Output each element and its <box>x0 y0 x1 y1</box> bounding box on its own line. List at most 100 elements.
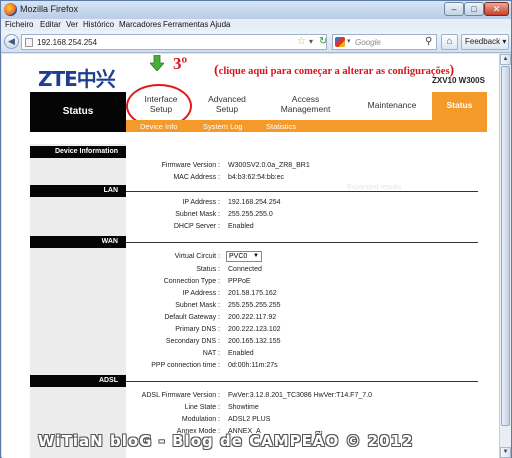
wan-mask-label: Subnet Mask : <box>175 302 220 309</box>
tab-advanced-line1[interactable]: Advanced <box>202 94 252 104</box>
row-firmware: Firmware Version : W300SV2.0.0a_ZR8_BR1 <box>126 162 496 172</box>
lan-mask-label: Subnet Mask : <box>175 211 220 218</box>
line-state-value: Showtime <box>228 404 259 411</box>
search-engine-dropdown-icon[interactable]: ▾ <box>347 37 351 45</box>
magnifier-icon[interactable]: ⚲ <box>425 36 432 47</box>
row-nat: NAT : Enabled <box>126 350 496 360</box>
tab-advanced-setup[interactable]: Advanced Setup <box>202 94 252 120</box>
menu-marcadores[interactable]: Marcadores <box>119 20 161 29</box>
lan-ip-value: 192.168.254.254 <box>228 199 281 206</box>
subnav-system-log[interactable]: System Log <box>203 122 243 131</box>
menu-editar[interactable]: Editar <box>40 20 61 29</box>
scroll-down-icon[interactable]: ▼ <box>500 447 511 458</box>
back-icon[interactable]: ◀ <box>4 34 19 49</box>
menu-ferramentas[interactable]: Ferramentas <box>163 20 208 29</box>
vc-label: Virtual Circuit : <box>174 253 220 260</box>
mac-value: b4:b3:62:54:bb:ec <box>228 174 285 181</box>
tab-advanced-line2[interactable]: Setup <box>202 104 252 114</box>
google-icon[interactable] <box>335 37 345 47</box>
title-bar: Mozilla Firefox – □ ✕ <box>1 1 511 19</box>
gateway-value: 200.222.117.92 <box>228 314 277 321</box>
wan-mask-value: 255.255.255.255 <box>228 302 281 309</box>
scroll-thumb[interactable] <box>501 66 510 426</box>
virtual-circuit-select[interactable]: PVC0 ▼ <box>226 251 262 262</box>
section-lan: LAN <box>30 185 126 197</box>
firefox-icon <box>4 3 17 16</box>
secondary-dns-label: Secondary DNS : <box>165 338 220 345</box>
home-icon[interactable]: ⌂ <box>441 34 458 50</box>
row-adsl-firmware: ADSL Firmware Version : FwVer:3.12.8.201… <box>126 392 496 402</box>
section-wan: WAN <box>30 236 126 248</box>
tab-access-management[interactable]: Access Management <box>268 94 343 120</box>
wan-ip-label: IP Address : <box>182 290 220 297</box>
row-lan-ip: IP Address : 192.168.254.254 <box>126 199 496 209</box>
row-modulation: Modulation : ADSL2 PLUS <box>126 416 496 426</box>
vc-value[interactable]: PVC0 <box>229 253 247 260</box>
row-wan-status: Status : Connected <box>126 266 496 276</box>
row-wan-ip: IP Address : 201.58.175.162 <box>126 290 496 300</box>
nat-label: NAT : <box>202 350 220 357</box>
wan-status-label: Status : <box>196 266 220 273</box>
line-state-label: Line State : <box>184 404 220 411</box>
page-viewport: ZTE中兴 ZXV10 W300S 3º (clique aqui para c… <box>2 54 499 458</box>
menu-historico[interactable]: Histórico <box>83 20 114 29</box>
section-lan-line <box>126 191 478 192</box>
tab-status[interactable]: Status <box>432 92 487 120</box>
row-wan-mask: Subnet Mask : 255.255.255.255 <box>126 302 496 312</box>
watermark: WiTiaN bloG - Blog de CAMPEÃO © 2012 <box>38 432 414 450</box>
menu-ajuda[interactable]: Ajuda <box>210 20 230 29</box>
section-wan-line <box>126 242 478 243</box>
wan-ip-value: 201.58.175.162 <box>228 290 277 297</box>
reload-icon[interactable]: ↻ <box>319 36 327 47</box>
search-placeholder[interactable]: Google <box>355 38 381 47</box>
row-line-state: Line State : Showtime <box>126 404 496 414</box>
mac-label: MAC Address : <box>173 174 220 181</box>
wan-status-value: Connected <box>228 266 262 273</box>
modulation-value: ADSL2 PLUS <box>228 416 271 423</box>
url-bar[interactable]: 192.168.254.254 ☆ ▾ ↻ <box>21 34 327 50</box>
menu-ver[interactable]: Ver <box>66 20 78 29</box>
conn-type-label: Connection Type : <box>163 278 220 285</box>
callout-message: clique aqui para começar a alterar as co… <box>218 66 450 77</box>
subnav-device-info[interactable]: Device Info <box>140 122 178 131</box>
conn-type-value: PPPoE <box>228 278 251 285</box>
minimize-button[interactable]: – <box>444 2 464 16</box>
maximize-button[interactable]: □ <box>464 2 484 16</box>
lan-ip-label: IP Address : <box>182 199 220 206</box>
adsl-fw-label: ADSL Firmware Version : <box>141 392 220 399</box>
url-dropdown-icon[interactable]: ▾ <box>309 37 313 46</box>
row-gateway: Default Gateway : 200.222.117.92 <box>126 314 496 324</box>
primary-dns-label: Primary DNS : <box>175 326 220 333</box>
url-text[interactable]: 192.168.254.254 <box>37 38 97 47</box>
lan-mask-value: 255.255.255.0 <box>228 211 273 218</box>
section-device-information: Device Information <box>30 146 126 158</box>
section-adsl: ADSL <box>30 375 126 387</box>
zte-logo: ZTE中兴 <box>38 67 116 91</box>
sub-navigation: Device Info System Log Statistics <box>126 120 487 132</box>
callout-text: (clique aqui para começar a alterar as c… <box>214 63 455 78</box>
tab-access-line2[interactable]: Management <box>268 104 343 114</box>
vertical-scrollbar[interactable]: ▲ ▼ <box>499 54 511 458</box>
secondary-dns-value: 200.165.132.155 <box>228 338 281 345</box>
primary-dns-value: 200.222.123.102 <box>228 326 281 333</box>
ghost-text: Expanded results <box>347 184 402 191</box>
navigation-toolbar: ◀ 192.168.254.254 ☆ ▾ ↻ ▾ Google ⚲ ⌂ Fee… <box>1 31 511 53</box>
chevron-down-icon[interactable]: ▼ <box>253 252 259 261</box>
bookmark-star-icon[interactable]: ☆ <box>297 36 306 47</box>
page-icon <box>25 38 33 47</box>
gateway-label: Default Gateway : <box>164 314 220 321</box>
tab-access-line1[interactable]: Access <box>268 94 343 104</box>
section-status-label: Status <box>30 92 126 132</box>
row-connection-type: Connection Type : PPPoE <box>126 278 496 288</box>
row-secondary-dns: Secondary DNS : 200.165.132.155 <box>126 338 496 348</box>
dhcp-label: DHCP Server : <box>173 223 220 230</box>
scroll-up-icon[interactable]: ▲ <box>500 54 511 65</box>
ppp-time-label: PPP connection time : <box>151 362 220 369</box>
row-virtual-circuit: Virtual Circuit : <box>126 253 496 263</box>
close-button[interactable]: ✕ <box>484 2 509 16</box>
menu-ficheiro[interactable]: Ficheiro <box>5 20 33 29</box>
search-box[interactable]: ▾ Google ⚲ <box>332 34 437 50</box>
feedback-button[interactable]: Feedback ▾ <box>461 34 509 50</box>
window-title: Mozilla Firefox <box>20 4 79 14</box>
subnav-statistics[interactable]: Statistics <box>266 122 296 131</box>
